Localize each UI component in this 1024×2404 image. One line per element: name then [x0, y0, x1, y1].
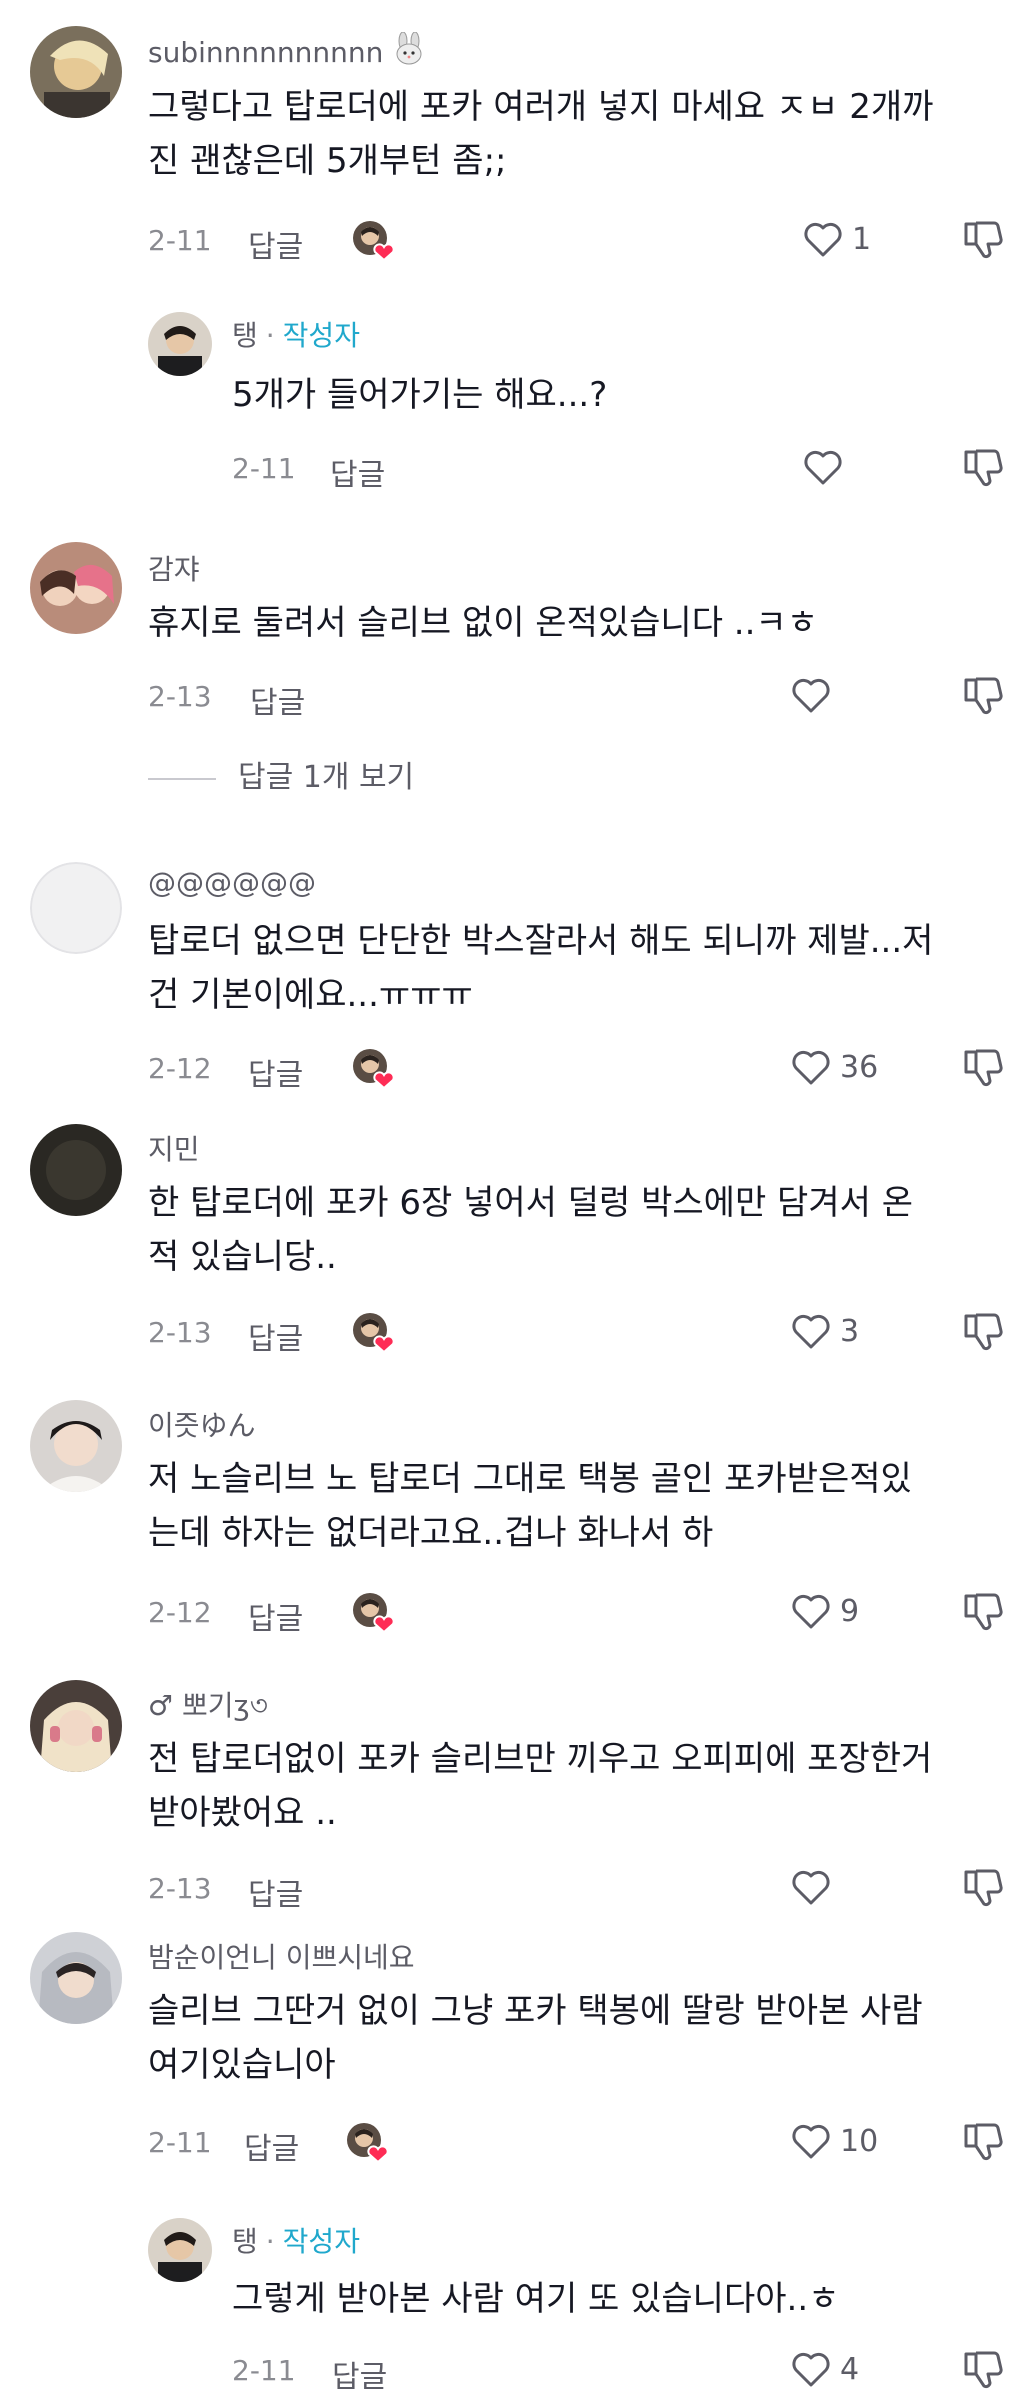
thumbs-down-icon[interactable]: [960, 672, 1006, 718]
like-count: 4: [840, 2352, 860, 2387]
reply-date: 2-11: [232, 452, 296, 485]
creator-liked-icon: [353, 1049, 395, 1090]
comment-date: 2-11: [148, 2126, 212, 2159]
reply-button[interactable]: 답글: [248, 1870, 303, 1914]
comment-text: 휴지로 둘려서 슬리브 없이 온적있습니다 ..ㅋㅎ: [148, 603, 818, 643]
comment-text: 탑로더 없으면 단단한 박스잘라서 해도 되니까 제발...저 건 기본이에요.…: [148, 921, 934, 1015]
reply-avatar[interactable]: [148, 312, 212, 376]
like-count: 3: [840, 1314, 860, 1349]
reply-date: 2-11: [232, 2354, 296, 2387]
thumbs-down-icon[interactable]: [960, 216, 1006, 262]
creator-liked-icon: [353, 221, 395, 262]
comment-date: 2-11: [148, 224, 212, 257]
reply-button[interactable]: 답글: [248, 1594, 303, 1638]
avatar[interactable]: [30, 542, 122, 634]
like-count: 10: [840, 2124, 879, 2159]
username[interactable]: 감쟈: [148, 548, 200, 588]
comment-date: 2-13: [148, 680, 212, 713]
avatar[interactable]: [30, 1680, 122, 1772]
comment-text: 슬리브 그딴거 없이 그냥 포카 택봉에 딸랑 받아본 사람 여기있습니아: [148, 1991, 923, 2085]
heart-outline-icon[interactable]: [800, 216, 846, 262]
comment-actions: 2-13 답글 3: [148, 1308, 1008, 1357]
comment-text: 한 탑로더에 포카 6장 넣어서 덜렁 박스에만 담겨서 온 적 있습니당..: [148, 1183, 913, 1277]
divider-line: [148, 777, 216, 780]
comment-actions: 2-12 답글 36: [148, 1044, 1008, 1093]
heart-outline-icon[interactable]: [788, 1588, 834, 1634]
heart-outline-icon[interactable]: [788, 1864, 834, 1910]
heart-outline-icon[interactable]: [788, 2346, 834, 2392]
thumbs-down-icon[interactable]: [960, 2118, 1006, 2164]
reply-button[interactable]: 답글: [244, 2124, 299, 2168]
reply-button[interactable]: 답글: [248, 1314, 303, 1358]
like-count: 36: [840, 1050, 879, 1085]
thumbs-down-icon[interactable]: [960, 1044, 1006, 1090]
creator-liked-icon: [347, 2123, 389, 2164]
comment-date: 2-13: [148, 1316, 212, 1349]
comment-text: 전 탑로더없이 포카 슬리브만 끼우고 오피피에 포장한거 받아봤어요 ..: [148, 1739, 933, 1833]
comment-text: 그렇다고 탑로더에 포카 여러개 넣지 마세요 ㅈㅂ 2개까 진 괜찮은데 5개…: [148, 87, 934, 181]
reply-button[interactable]: 답글: [248, 1050, 303, 1094]
reply-actions: 2-11 답글: [232, 444, 1008, 493]
comment-actions: 2-11 답글 10: [148, 2118, 1008, 2167]
creator-liked-icon: [353, 1313, 395, 1354]
reply-button[interactable]: 답글: [248, 222, 303, 266]
author-tag: 작성자: [282, 2225, 360, 2258]
thumbs-down-icon[interactable]: [960, 1308, 1006, 1354]
heart-outline-icon[interactable]: [788, 1308, 834, 1354]
comment-actions: 2-11 답글 1: [148, 216, 1008, 265]
view-replies-button[interactable]: 답글 1개 보기: [148, 752, 414, 796]
avatar[interactable]: [30, 26, 122, 118]
comment-actions: 2-13 답글: [148, 672, 1008, 721]
comment-actions: 2-12 답글 9: [148, 1588, 1008, 1637]
author-tag: 작성자: [282, 319, 360, 352]
reply-username[interactable]: 탱 · 작성자: [232, 314, 360, 354]
heart-outline-icon[interactable]: [788, 672, 834, 718]
thumbs-down-icon[interactable]: [960, 2346, 1006, 2392]
comment-date: 2-12: [148, 1052, 212, 1085]
comment-date: 2-13: [148, 1872, 212, 1905]
heart-outline-icon[interactable]: [788, 2118, 834, 2164]
thumbs-down-icon[interactable]: [960, 444, 1006, 490]
username[interactable]: @@@@@@: [148, 866, 316, 899]
comment-text: 저 노슬리브 노 탑로더 그대로 택봉 골인 포카받은적있 는데 하자는 없더라…: [148, 1459, 912, 1553]
like-count: 9: [840, 1594, 860, 1629]
username[interactable]: subinnnnnnnnnn: [148, 32, 426, 69]
username[interactable]: 밤순이언니 이쁘시네요: [148, 1936, 415, 1976]
username[interactable]: 이즛ゆん: [148, 1404, 256, 1444]
reply-text: 5개가 들어가기는 해요...?: [232, 375, 608, 415]
like-count: 1: [852, 222, 872, 257]
username[interactable]: ♂ 뽀기ʒ৩: [148, 1684, 268, 1731]
avatar[interactable]: [30, 1932, 122, 2024]
reply-button[interactable]: 답글: [330, 450, 385, 494]
heart-outline-icon[interactable]: [788, 1044, 834, 1090]
avatar[interactable]: [30, 862, 122, 954]
thumbs-down-icon[interactable]: [960, 1864, 1006, 1910]
reply-button[interactable]: 답글: [332, 2352, 387, 2396]
comment-actions: 2-13 답글: [148, 1864, 1008, 1913]
reply-avatar[interactable]: [148, 2218, 212, 2282]
reply-username[interactable]: 탱 · 작성자: [232, 2220, 360, 2260]
comment-date: 2-12: [148, 1596, 212, 1629]
heart-outline-icon[interactable]: [800, 444, 846, 490]
avatar[interactable]: [30, 1400, 122, 1492]
reply-button[interactable]: 답글: [250, 678, 305, 722]
reply-text: 그렇게 받아본 사람 여기 또 있습니다아..ㅎ: [232, 2279, 840, 2319]
rabbit-face-icon: [396, 32, 422, 65]
avatar[interactable]: [30, 1124, 122, 1216]
creator-liked-icon: [353, 1593, 395, 1634]
thumbs-down-icon[interactable]: [960, 1588, 1006, 1634]
reply-actions: 2-11 답글 4: [232, 2346, 1008, 2395]
username[interactable]: 지민: [148, 1128, 200, 1168]
